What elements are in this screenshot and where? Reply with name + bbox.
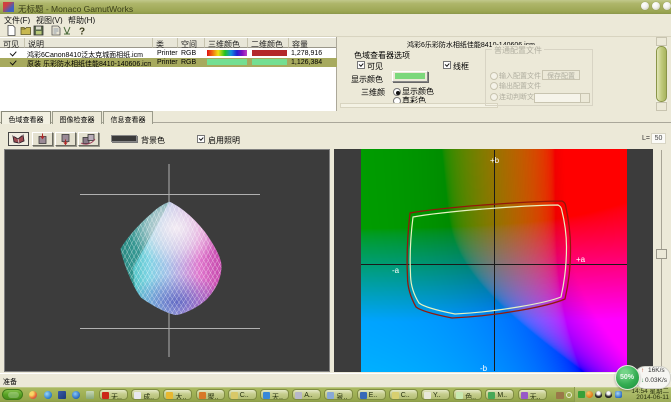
svg-text:-b: -b <box>480 364 488 372</box>
svg-text:+a: +a <box>576 255 586 264</box>
svg-text:-a: -a <box>392 266 400 275</box>
svg-text:?: ? <box>79 27 85 37</box>
svg-text:+b: +b <box>490 156 500 165</box>
